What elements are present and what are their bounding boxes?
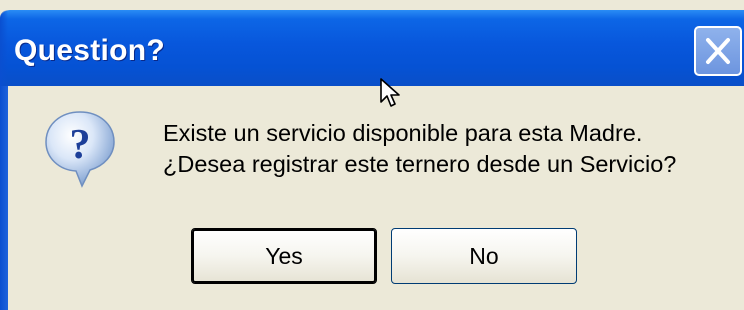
question-icon: ? [45, 111, 115, 188]
message-line-1: Existe un servicio disponible para esta … [163, 120, 643, 146]
close-icon [706, 38, 730, 64]
message-line-2: ¿Desea registrar este ternero desde un S… [163, 151, 677, 177]
question-dialog: Question? ? Existe un servicio disponibl… [0, 0, 744, 310]
yes-button[interactable]: Yes [191, 228, 377, 284]
dialog-title: Question? [14, 34, 166, 67]
close-button[interactable] [694, 26, 742, 76]
dialog-message: Existe un servicio disponible para esta … [163, 118, 676, 180]
no-button[interactable]: No [391, 228, 577, 284]
title-bar[interactable]: Question? [0, 10, 744, 86]
svg-text:?: ? [70, 122, 91, 168]
window-border [0, 86, 8, 310]
mouse-cursor-icon [380, 78, 400, 107]
